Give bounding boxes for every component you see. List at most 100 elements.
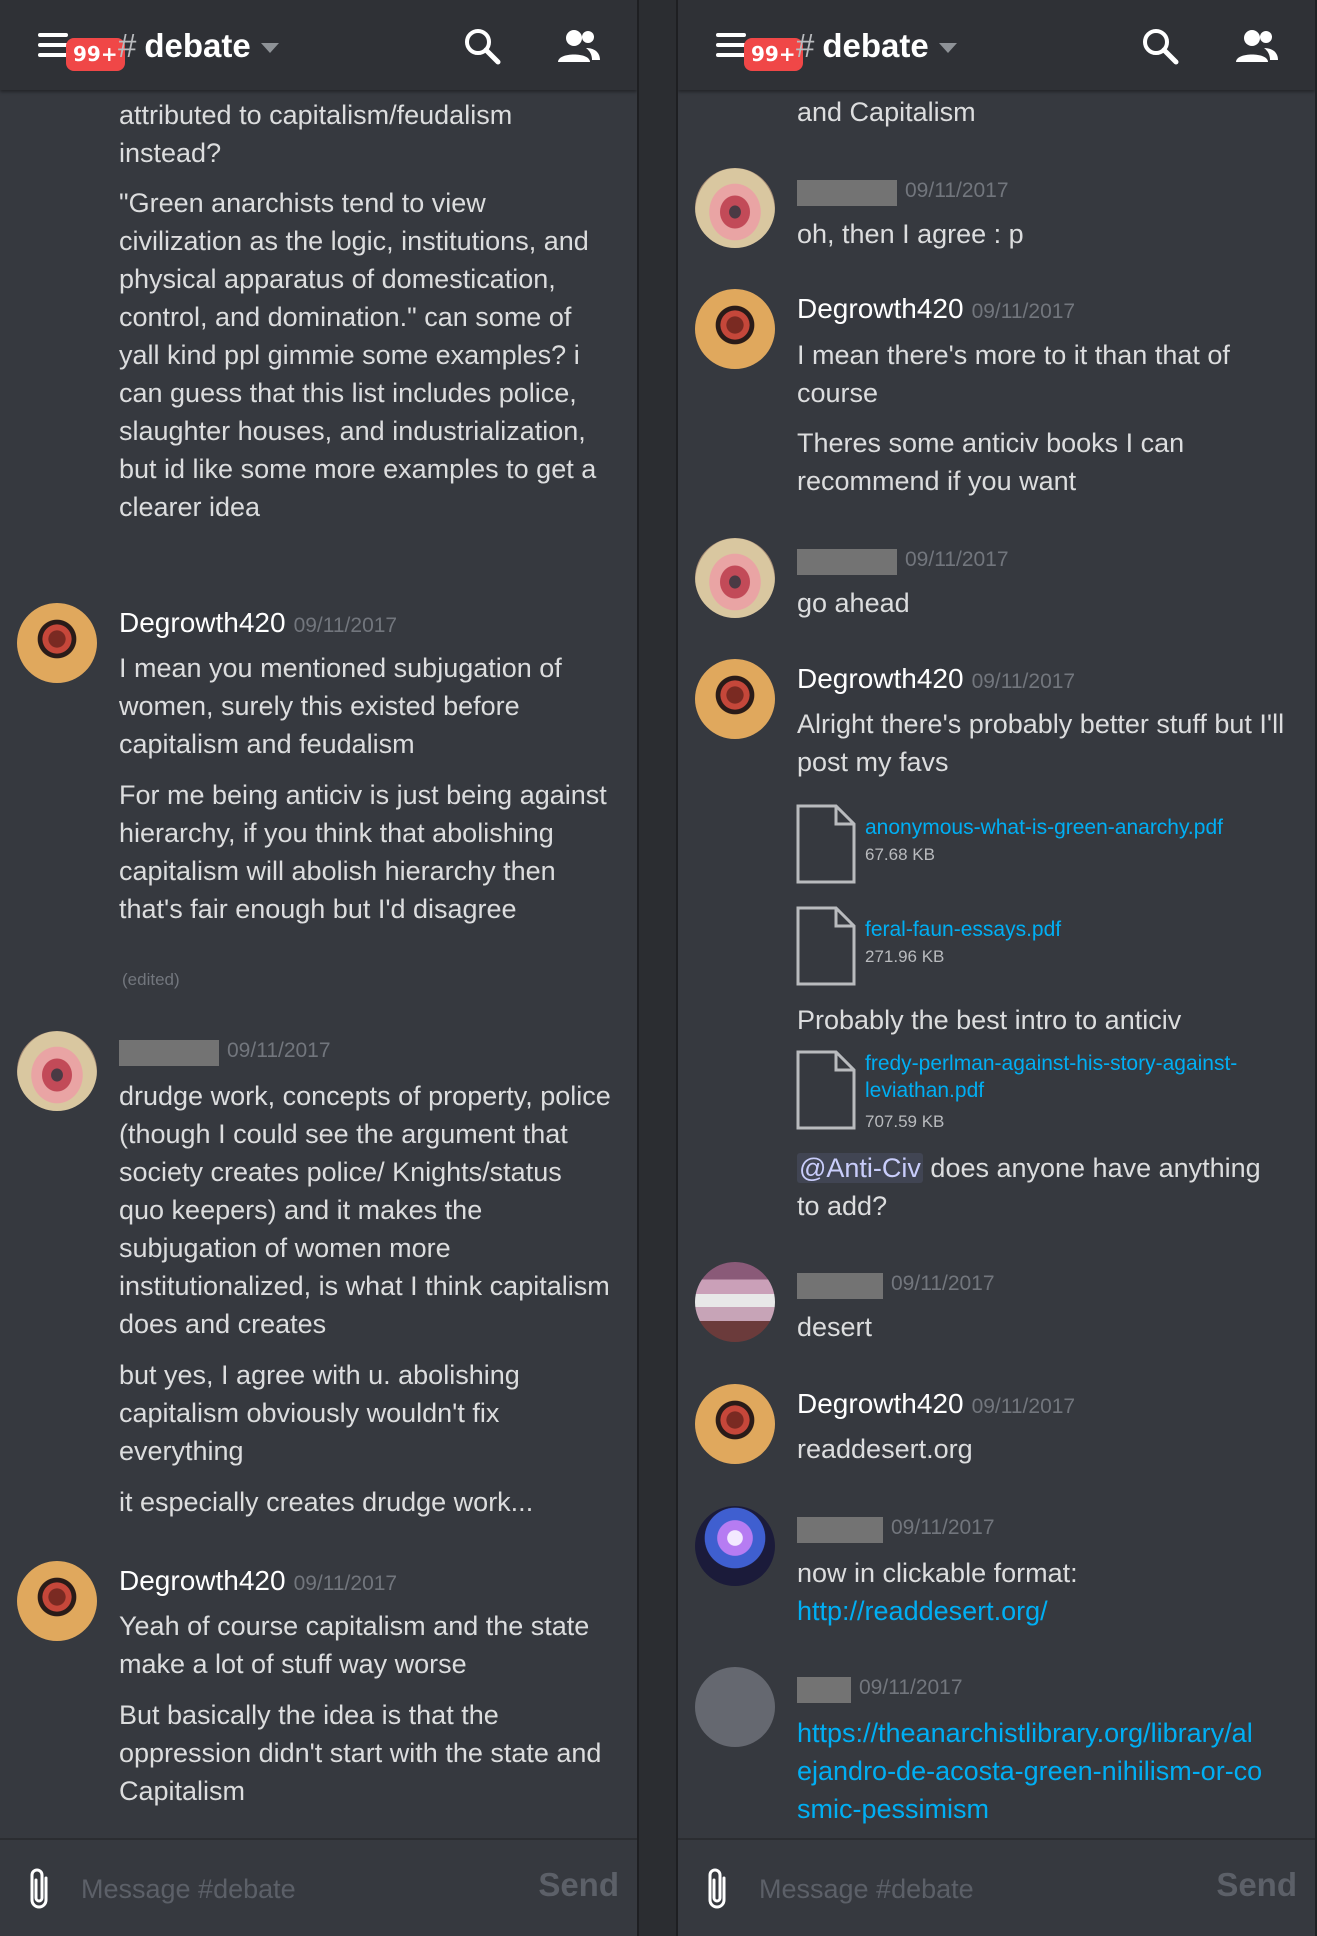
chevron-down-icon <box>938 43 957 54</box>
avatar[interactable] <box>695 1384 775 1464</box>
channel-header: 99+ # debate <box>678 0 1315 90</box>
avatar[interactable] <box>695 1667 775 1747</box>
url-link[interactable]: http://readdesert.org/ <box>797 1596 1048 1626</box>
message-input[interactable] <box>79 1868 483 1910</box>
file-name-link[interactable]: anonymous-what-is-green-anarchy.pdf <box>865 814 1223 841</box>
timestamp: 09/11/2017 <box>971 670 1076 693</box>
unread-badge: 99+ <box>66 38 125 71</box>
timestamp: 09/11/2017 <box>293 1572 398 1595</box>
author-name[interactable]: Degrowth420 <box>119 607 286 638</box>
message-text: now in clickable format: http://readdese… <box>797 1554 1289 1630</box>
avatar[interactable] <box>695 538 775 618</box>
timestamp: 09/11/2017 <box>905 548 1009 571</box>
chevron-down-icon <box>260 43 279 54</box>
file-icon <box>796 804 856 884</box>
timestamp: 09/11/2017 <box>971 300 1076 323</box>
message-list[interactable]: and Capitalism 09/11/2017 oh, then I agr… <box>678 90 1315 1840</box>
channel-name: debate <box>822 27 929 64</box>
message-text: For me being anticiv is just being again… <box>119 780 607 924</box>
author-name[interactable]: Degrowth420 <box>119 1565 286 1596</box>
message-text-plain: now in clickable format: <box>797 1558 1078 1588</box>
author-name[interactable]: Degrowth420 <box>797 293 964 324</box>
author-name[interactable]: Degrowth420 <box>797 663 964 694</box>
message-text: Theres some anticiv books I can recommen… <box>797 428 1185 496</box>
hash-icon: # <box>118 27 137 64</box>
message-text: and Capitalism <box>797 97 976 127</box>
message-text: it especially creates drudge work... <box>119 1487 534 1517</box>
avatar[interactable] <box>17 603 97 683</box>
timestamp: 09/11/2017 <box>891 1516 995 1539</box>
file-name-link[interactable]: feral-faun-essays.pdf <box>865 916 1061 943</box>
file-size: 707.59 KB <box>865 1112 945 1131</box>
chat-panel-right: 99+ # debate and Capitalism 09/11/2017 oh… <box>678 0 1315 1936</box>
unread-badge: 99+ <box>744 38 803 71</box>
timestamp: 09/11/2017 <box>859 1676 963 1699</box>
message-text: @Anti-Civ does anyone have anything to a… <box>797 1149 1289 1225</box>
file-attachment[interactable]: feral-faun-essays.pdf 271.96 KB <box>796 906 1296 986</box>
search-icon[interactable] <box>1140 26 1180 66</box>
redacted-username <box>797 1516 883 1543</box>
file-size: 271.96 KB <box>865 947 945 966</box>
send-button[interactable]: Send <box>1216 1866 1297 1904</box>
timestamp: 09/11/2017 <box>227 1039 331 1062</box>
file-icon <box>796 1050 856 1130</box>
message-text: "Green anarchists tend to view civilizat… <box>119 188 597 522</box>
attachment-icon[interactable] <box>702 1866 732 1912</box>
message-text: Alright there's probably better stuff bu… <box>797 709 1285 777</box>
avatar[interactable] <box>695 659 775 739</box>
message-text: but yes, I agree with u. abolishing capi… <box>119 1360 520 1466</box>
timestamp: 09/11/2017 <box>891 1272 995 1295</box>
message-text: desert <box>797 1312 873 1342</box>
role-mention[interactable]: @Anti-Civ <box>797 1153 923 1183</box>
send-button[interactable]: Send <box>538 1866 619 1904</box>
avatar[interactable] <box>695 289 775 369</box>
redacted-username <box>797 548 897 575</box>
redacted-username <box>797 179 897 206</box>
message-text: attributed to capitalism/feudalism inste… <box>119 100 513 168</box>
channel-header: 99+ # debate <box>0 0 637 90</box>
file-icon <box>796 906 856 986</box>
message-list[interactable]: attributed to capitalism/feudalism inste… <box>0 90 637 1840</box>
chat-panel-left: 99+ # debate attributed to capitalism/feu… <box>0 0 637 1936</box>
panel-divider <box>637 0 678 1936</box>
edited-label: (edited) <box>122 970 180 989</box>
url-link[interactable]: https://theanarchistlibrary.org/library/… <box>797 1718 1262 1824</box>
redacted-username <box>797 1676 851 1703</box>
hash-icon: # <box>796 27 815 64</box>
message-text: Probably the best intro to anticiv <box>797 1005 1182 1035</box>
file-size: 67.68 KB <box>865 845 935 864</box>
redacted-username <box>797 1272 883 1299</box>
message-text: But basically the idea is that the oppre… <box>119 1700 602 1806</box>
avatar[interactable] <box>695 1262 775 1342</box>
message-composer: Send <box>0 1838 637 1936</box>
message-composer: Send <box>678 1838 1315 1936</box>
message-input[interactable] <box>757 1868 1161 1910</box>
channel-title[interactable]: # debate <box>796 24 957 68</box>
message-text: I mean there's more to it than that of c… <box>797 340 1230 408</box>
members-icon[interactable] <box>554 26 602 66</box>
file-attachment[interactable]: fredy-perlman-against-his-story-against-… <box>796 1050 1296 1146</box>
avatar[interactable] <box>695 168 775 248</box>
redacted-username <box>119 1039 219 1066</box>
attachment-icon[interactable] <box>24 1866 54 1912</box>
channel-title[interactable]: # debate <box>118 24 279 68</box>
timestamp: 09/11/2017 <box>293 614 398 637</box>
file-attachment[interactable]: anonymous-what-is-green-anarchy.pdf 67.6… <box>796 804 1296 884</box>
avatar[interactable] <box>695 1506 775 1586</box>
message-text: readdesert.org <box>797 1434 973 1464</box>
avatar[interactable] <box>17 1561 97 1641</box>
message-text: https://theanarchistlibrary.org/library/… <box>797 1714 1265 1828</box>
members-icon[interactable] <box>1232 26 1280 66</box>
author-name[interactable]: Degrowth420 <box>797 1388 964 1419</box>
message-text: Yeah of course capitalism and the state … <box>119 1611 590 1679</box>
avatar[interactable] <box>17 1031 97 1111</box>
channel-name: debate <box>144 27 251 64</box>
message-text: I mean you mentioned subjugation of wome… <box>119 653 562 759</box>
search-icon[interactable] <box>462 26 502 66</box>
file-name-link[interactable]: fredy-perlman-against-his-story-against-… <box>865 1050 1295 1104</box>
timestamp: 09/11/2017 <box>905 179 1009 202</box>
timestamp: 09/11/2017 <box>971 1395 1076 1418</box>
message-text: go ahead <box>797 588 910 618</box>
message-text: drudge work, concepts of property, polic… <box>119 1081 611 1339</box>
message-text: oh, then I agree : p <box>797 219 1024 249</box>
